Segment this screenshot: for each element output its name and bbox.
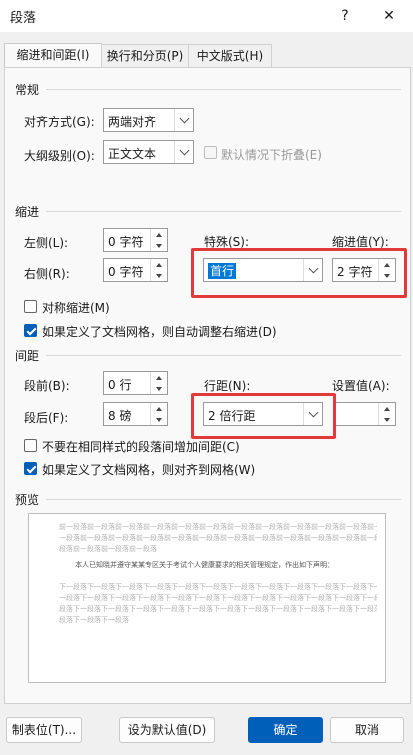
spacing-heading: 间距 — [15, 349, 40, 363]
preview-prev-line: 段落前一段落前一段落前一段落 — [59, 545, 157, 553]
tabs-button[interactable]: 制表位(T)... — [6, 717, 82, 743]
window-title: 段落 — [10, 11, 37, 26]
tab-label: 换行和分页(P) — [106, 49, 184, 63]
indent-left-label: 左侧(L): — [24, 236, 69, 250]
spin-down-icon[interactable] — [379, 414, 395, 425]
indent-by-value: 2 字符 — [337, 265, 373, 279]
spin-up-icon[interactable] — [379, 403, 395, 414]
preview-pane: 前一段落前一段落前一段落前一段落前一段落前一段落前一段落前一段落前一段落前一段落… — [28, 513, 386, 683]
preview-next-line: 下一段落下一段落下一段落下一段落下一段落下一段落下一段落下一段落下一段落下一段落… — [59, 583, 377, 591]
divider — [46, 89, 401, 90]
alignment-value: 两端对齐 — [108, 115, 157, 129]
spacing-before-label: 段前(B): — [24, 379, 70, 393]
snap-to-grid-checkbox[interactable] — [24, 462, 37, 475]
help-icon: ? — [341, 8, 349, 24]
spacing-after-spinner[interactable]: 8 磅 — [103, 402, 168, 426]
alignment-label: 对齐方式(G): — [24, 115, 95, 129]
spin-down-icon[interactable] — [151, 414, 167, 425]
line-spacing-label: 行距(N): — [204, 379, 251, 393]
chevron-down-icon — [303, 259, 322, 281]
preview-next-line: 一段落下一段落下一段落下一段落下一段落下一段落下一段落下一段落下一段落下一段落下… — [59, 594, 377, 602]
no-space-same-style-checkbox[interactable] — [24, 439, 37, 452]
line-spacing-at-spinner[interactable] — [332, 402, 396, 426]
spacing-after-label: 段后(F): — [24, 411, 69, 425]
set-as-default-button[interactable]: 设为默认值(D) — [119, 717, 215, 743]
chevron-down-icon — [174, 141, 193, 163]
special-indent-value: 首行 — [208, 263, 237, 279]
spin-up-icon[interactable] — [151, 372, 167, 383]
spacing-before-spinner[interactable]: 0 行 — [103, 371, 168, 395]
preview-next-line: 段落下一段落下一段落 — [59, 616, 129, 624]
tab-label: 缩进和间距(I) — [16, 48, 90, 62]
ok-button[interactable]: 确定 — [248, 717, 323, 743]
spin-down-icon[interactable] — [151, 383, 167, 394]
auto-adjust-indent-label: 如果定义了文档网格，则自动调整右缩进(D) — [42, 325, 277, 339]
close-icon: ✕ — [383, 8, 395, 24]
line-spacing-at-label: 设置值(A): — [332, 379, 390, 393]
tab-line-page-breaks[interactable]: 换行和分页(P) — [101, 44, 189, 68]
divider — [46, 499, 401, 500]
spin-up-icon[interactable] — [151, 229, 167, 240]
indent-left-value: 0 字符 — [108, 235, 144, 249]
indentation-heading: 缩进 — [15, 205, 40, 219]
indent-right-label: 右侧(R): — [24, 267, 70, 281]
tab-asian-typography[interactable]: 中文版式(H) — [188, 44, 272, 68]
divider — [46, 211, 401, 212]
preview-heading: 预览 — [15, 493, 40, 507]
spin-down-icon[interactable] — [379, 270, 395, 281]
tab-indents-spacing[interactable]: 缩进和间距(I) — [4, 43, 102, 69]
mirror-indents-label: 对称缩进(M) — [42, 301, 110, 315]
collapse-checkbox[interactable] — [204, 146, 217, 159]
preview-sample-text: 本人已知晓并遵守某某专区关于考试个人健康要求的相关管理规定，作出如下声明： — [75, 561, 334, 569]
outline-level-label: 大纲级别(O): — [24, 149, 95, 163]
preview-prev-line: 一段落前一段落前一段落前一段落前一段落前一段落前一段落前一段落前一段落前一段落前… — [59, 534, 377, 542]
spin-down-icon[interactable] — [151, 240, 167, 251]
auto-adjust-indent-checkbox[interactable] — [24, 324, 37, 337]
outline-level-select[interactable]: 正文文本 — [103, 140, 194, 164]
chevron-down-icon — [303, 403, 322, 425]
special-indent-select[interactable]: 首行 — [203, 258, 323, 282]
indent-by-spinner[interactable]: 2 字符 — [332, 258, 396, 282]
indent-left-spinner[interactable]: 0 字符 — [103, 228, 168, 252]
help-button[interactable]: ? — [332, 4, 358, 28]
preview-next-line: 段落下一段落下一段落下一段落下一段落下一段落下一段落下一段落下一段落下一段落下一… — [59, 605, 377, 613]
line-spacing-value: 2 倍行距 — [208, 409, 256, 423]
spin-up-icon[interactable] — [379, 259, 395, 270]
spin-up-icon[interactable] — [151, 259, 167, 270]
spacing-after-value: 8 磅 — [108, 409, 132, 423]
snap-to-grid-label: 如果定义了文档网格，则对齐到网格(W) — [42, 463, 256, 477]
divider — [46, 355, 401, 356]
collapse-label: 默认情况下折叠(E) — [221, 148, 322, 162]
alignment-select[interactable]: 两端对齐 — [103, 108, 194, 132]
line-spacing-select[interactable]: 2 倍行距 — [203, 402, 323, 426]
spin-down-icon[interactable] — [151, 270, 167, 281]
indent-right-spinner[interactable]: 0 字符 — [103, 258, 168, 282]
preview-prev-line: 前一段落前一段落前一段落前一段落前一段落前一段落前一段落前一段落前一段落前一段落… — [59, 523, 377, 531]
outline-level-value: 正文文本 — [108, 147, 157, 161]
mirror-indents-checkbox[interactable] — [24, 300, 37, 313]
spin-up-icon[interactable] — [151, 403, 167, 414]
tab-label: 中文版式(H) — [196, 49, 264, 63]
general-heading: 常规 — [15, 83, 40, 97]
no-space-same-style-label: 不要在相同样式的段落间增加间距(C) — [42, 440, 240, 454]
chevron-down-icon — [174, 109, 193, 131]
spacing-before-value: 0 行 — [108, 378, 132, 392]
indent-right-value: 0 字符 — [108, 265, 144, 279]
close-button[interactable]: ✕ — [376, 4, 402, 28]
cancel-button[interactable]: 取消 — [330, 717, 404, 743]
